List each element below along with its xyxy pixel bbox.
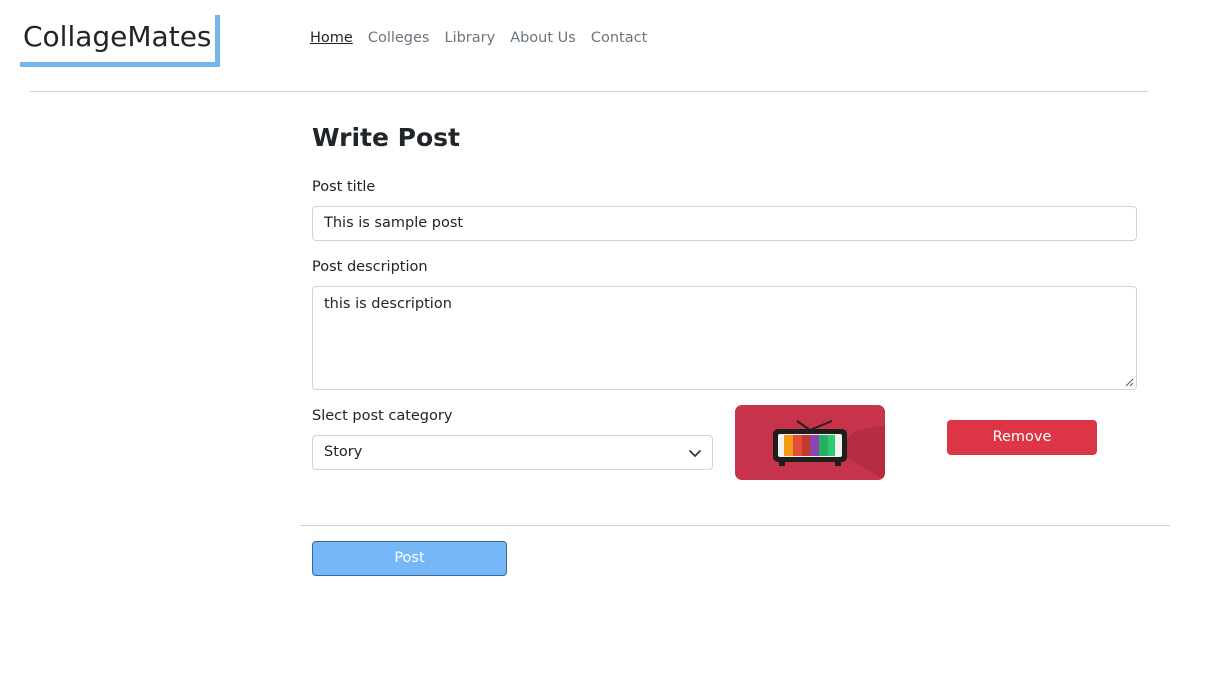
- remove-image-button[interactable]: Remove: [947, 420, 1097, 455]
- header-divider: [30, 91, 1148, 92]
- post-category-label: Slect post category: [312, 408, 453, 424]
- site-logo[interactable]: CollageMates: [20, 15, 220, 67]
- main-nav: Home Colleges Library About Us Contact: [310, 30, 647, 46]
- nav-home[interactable]: Home: [310, 30, 353, 46]
- post-image-thumbnail: [735, 405, 885, 480]
- nav-contact[interactable]: Contact: [591, 30, 647, 46]
- post-description-textarea[interactable]: this is description: [312, 286, 1137, 390]
- page-title: Write Post: [312, 123, 460, 152]
- footer-divider: [300, 525, 1170, 526]
- nav-about-us[interactable]: About Us: [510, 30, 576, 46]
- chevron-down-icon: [689, 450, 701, 457]
- post-title-label: Post title: [312, 179, 376, 195]
- post-title-input[interactable]: This is sample post: [312, 206, 1137, 241]
- nav-library[interactable]: Library: [444, 30, 495, 46]
- post-button[interactable]: Post: [312, 541, 507, 576]
- post-category-value: Story: [324, 444, 363, 460]
- post-description-text: this is description: [324, 296, 452, 312]
- nav-colleges[interactable]: Colleges: [368, 30, 430, 46]
- post-category-select[interactable]: Story: [312, 435, 713, 470]
- post-description-label: Post description: [312, 259, 428, 275]
- resize-handle-icon[interactable]: [1125, 378, 1134, 387]
- retro-tv-icon: [773, 420, 885, 480]
- logo-text: CollageMates: [23, 20, 212, 53]
